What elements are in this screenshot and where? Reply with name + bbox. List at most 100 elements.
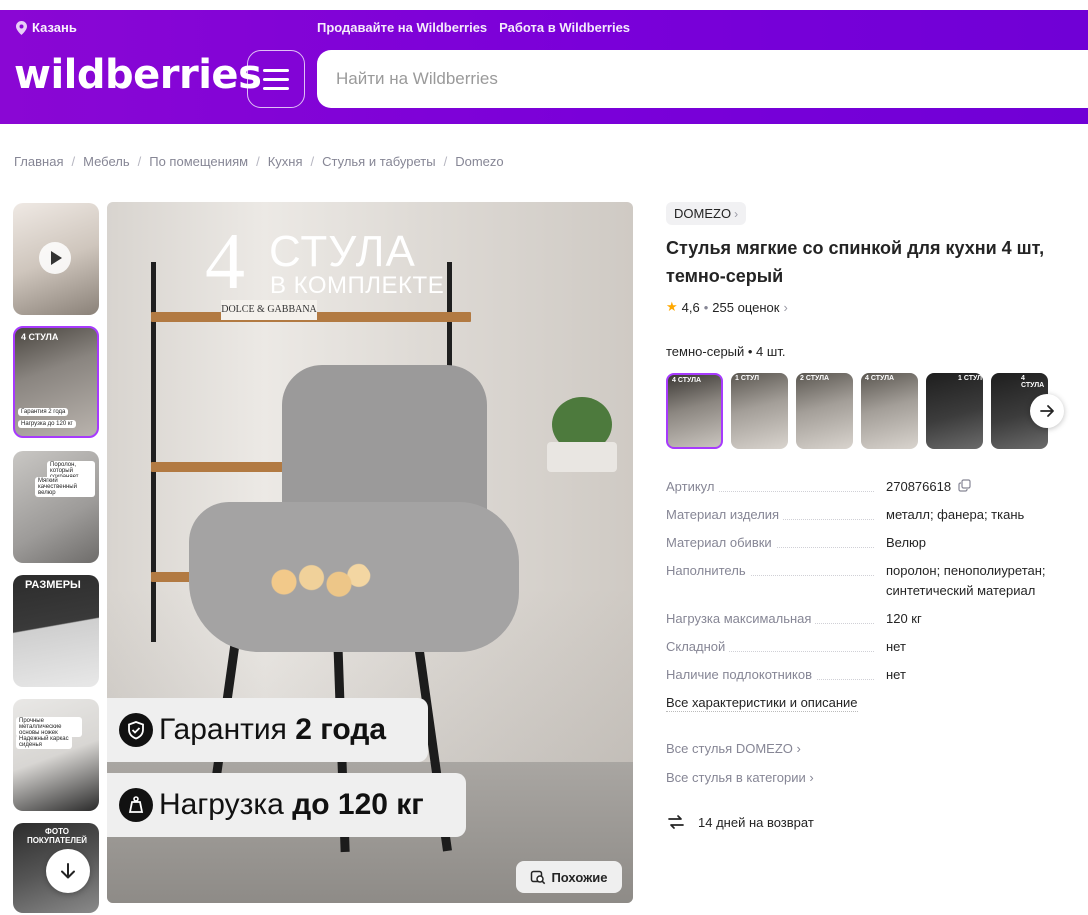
- weight-icon: [119, 788, 153, 822]
- chevron-right-icon: ›: [809, 770, 814, 785]
- spec-key: Материал обивки: [666, 535, 776, 550]
- breadcrumb-item[interactable]: Главная: [14, 154, 63, 169]
- variant-thumb-label: 4 СТУЛА: [1021, 375, 1045, 389]
- spec-key: Нагрузка максимальная: [666, 611, 816, 626]
- menu-button[interactable]: [247, 50, 305, 108]
- chevron-right-icon: ›: [734, 206, 739, 221]
- header: Казань Продавайте на Wildberries Работа …: [0, 10, 1088, 124]
- brand-products-label: Все стулья DOMEZO: [666, 741, 793, 756]
- copy-icon[interactable]: [958, 479, 971, 492]
- sell-link[interactable]: Продавайте на Wildberries: [317, 20, 487, 35]
- thumb-caption: Надежный каркас сиденья: [16, 735, 72, 749]
- category-products-link[interactable]: Все стулья в категории ›: [666, 770, 814, 785]
- thumb-label: 4 СТУЛА: [21, 332, 59, 342]
- thumb-label: ФОТО ПОКУПАТЕЛЕЙ: [26, 827, 88, 845]
- breadcrumb-separator: /: [256, 154, 260, 169]
- top-links: Продавайте на Wildberries Работа в Wildb…: [317, 20, 630, 35]
- warranty-badge: Гарантия 2 года: [107, 698, 428, 762]
- spec-row: Наполнитель поролон; пенополиуретан; син…: [666, 561, 1076, 601]
- all-specs-link[interactable]: Все характеристики и описание: [666, 695, 858, 712]
- breadcrumb-separator: /: [137, 154, 142, 169]
- category-products-label: Все стулья в категории: [666, 770, 806, 785]
- play-icon: [39, 242, 71, 274]
- variant-thumb-label: 4 СТУЛА: [672, 377, 702, 384]
- breadcrumb-item[interactable]: Domezo: [455, 154, 503, 169]
- breadcrumb: Главная / Мебель / По помещениям / Кухня…: [14, 154, 504, 169]
- spec-key: Наполнитель: [666, 563, 750, 578]
- jobs-link[interactable]: Работа в Wildberries: [499, 20, 630, 35]
- thumb-caption: Гарантия 2 года: [18, 408, 69, 416]
- load-text: Нагрузка: [159, 788, 293, 821]
- scroll-down-button[interactable]: [46, 849, 90, 893]
- rating-value: 4,6: [681, 299, 700, 315]
- rating[interactable]: ★ 4,6 • 255 оценок ›: [666, 299, 788, 315]
- spec-row: Складной нет: [666, 637, 1076, 657]
- variant-carousel: 4 СТУЛА 1 СТУЛ 2 СТУЛА 4 СТУЛА 1 СТУЛ 4 …: [666, 373, 1088, 449]
- gallery-thumb[interactable]: 4 СТУЛА Гарантия 2 года Нагрузка до 120 …: [13, 326, 99, 438]
- burger-line: [263, 77, 289, 81]
- spec-key: Наличие подлокотников: [666, 667, 817, 682]
- burger-line: [263, 68, 289, 72]
- top-strip: [0, 0, 1088, 10]
- breadcrumb-item[interactable]: Мебель: [83, 154, 130, 169]
- burger-line: [263, 86, 289, 90]
- warranty-text: Гарантия: [159, 713, 296, 746]
- spec-value: поролон; пенополиуретан; синтетический м…: [886, 563, 1046, 598]
- breadcrumb-item[interactable]: Стулья и табуреты: [322, 154, 435, 169]
- logo[interactable]: wildberries: [14, 52, 262, 98]
- warranty-value: 2 года: [295, 713, 387, 746]
- thumb-caption: Мягкий качественный велюр: [35, 477, 95, 497]
- variant-thumb[interactable]: 4 СТУЛА: [861, 373, 918, 449]
- search-input[interactable]: [336, 69, 1036, 89]
- gallery-thumb[interactable]: РАЗМЕРЫ: [13, 575, 99, 687]
- spec-row: Нагрузка максимальная 120 кг: [666, 609, 1076, 629]
- variant-thumb[interactable]: 2 СТУЛА: [796, 373, 853, 449]
- similar-label: Похожие: [551, 869, 608, 885]
- shield-icon: [119, 713, 153, 747]
- breadcrumb-item[interactable]: Кухня: [268, 154, 303, 169]
- spec-value: нет: [886, 639, 906, 654]
- selected-variant: темно-серый • 4 шт.: [666, 344, 786, 359]
- return-policy: 14 дней на возврат: [666, 812, 814, 832]
- main-product-image[interactable]: DOLCE & GABBANA 4 СТУЛА В КОМПЛЕКТЕ Гара…: [107, 202, 633, 903]
- variants-next-button[interactable]: [1030, 394, 1064, 428]
- gallery-thumb[interactable]: Прочные металлические основы ножек Надеж…: [13, 699, 99, 811]
- spec-key: Материал изделия: [666, 507, 784, 522]
- thumb-caption: Прочные металлические основы ножек: [16, 717, 82, 737]
- variant-thumb-label: 1 СТУЛ: [735, 375, 759, 382]
- tulips: [262, 560, 372, 604]
- variant-thumb[interactable]: 1 СТУЛ: [731, 373, 788, 449]
- gallery-thumb-video[interactable]: [13, 203, 99, 315]
- spec-row: Материал изделия металл; фанера; ткань: [666, 505, 1076, 525]
- breadcrumb-separator: /: [310, 154, 315, 169]
- spec-value: 120 кг: [886, 611, 922, 626]
- thumb-label: РАЗМЕРЫ: [25, 579, 81, 591]
- map-pin-icon: [16, 20, 27, 35]
- variant-thumb[interactable]: 1 СТУЛ: [926, 373, 983, 449]
- variant-thumb-label: 1 СТУЛ: [958, 375, 982, 382]
- spec-value: металл; фанера; ткань: [886, 507, 1025, 522]
- location-label: Казань: [32, 20, 77, 35]
- variant-thumb[interactable]: 4 СТУЛА: [666, 373, 723, 449]
- search-bar: [317, 50, 1088, 108]
- product-title: Стулья мягкие со спинкой для кухни 4 шт,…: [666, 238, 1045, 286]
- arrow-right-icon: [1040, 405, 1054, 417]
- return-icon: [668, 815, 684, 829]
- brand-chip[interactable]: DOMEZO ›: [666, 202, 747, 225]
- spec-row: Артикул 270876618: [666, 477, 1076, 497]
- spec-value: 270876618: [886, 477, 1076, 497]
- breadcrumb-item[interactable]: По помещениям: [149, 154, 248, 169]
- promo-headline: СТУЛА: [269, 227, 416, 276]
- load-value: до 120 кг: [292, 788, 424, 821]
- specs-table: Артикул 270876618 Материал изделия метал…: [666, 477, 1076, 693]
- gallery-thumb[interactable]: Поролон, который сохраняет форму Мягкий …: [13, 451, 99, 563]
- spec-value: Велюр: [886, 535, 927, 550]
- brand-products-link[interactable]: Все стулья DOMEZO ›: [666, 741, 801, 756]
- promo-number: 4: [205, 218, 245, 306]
- location[interactable]: Казань: [16, 20, 77, 35]
- similar-button[interactable]: Похожие: [516, 861, 622, 893]
- breadcrumb-separator: /: [71, 154, 76, 169]
- thumb-caption: Нагрузка до 120 кг: [18, 420, 76, 428]
- article-number: 270876618: [886, 479, 952, 494]
- plant-pot: [547, 442, 617, 472]
